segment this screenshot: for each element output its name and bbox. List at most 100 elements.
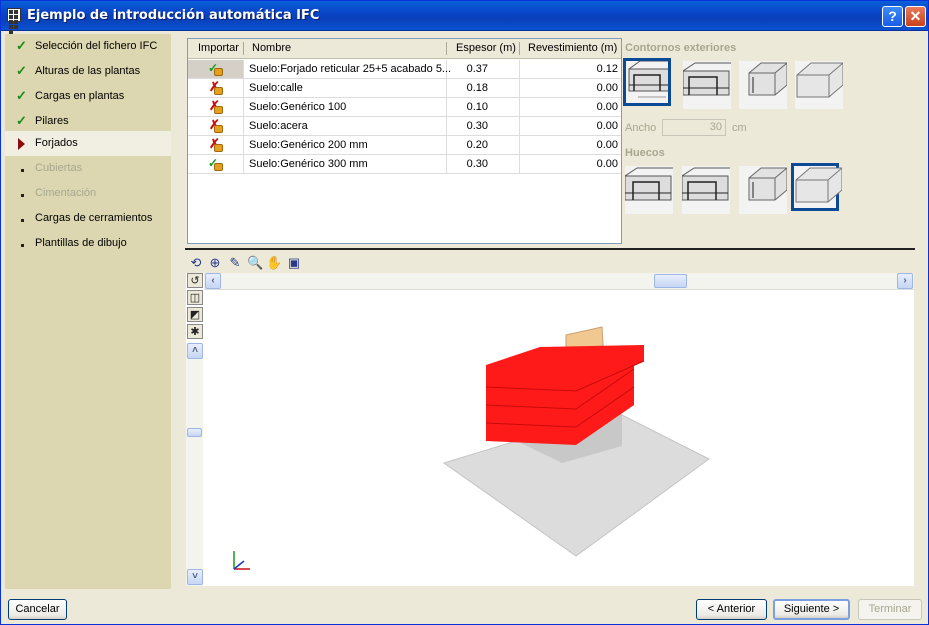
zoom-window-icon[interactable]: ✎ (227, 254, 243, 271)
cell-separator (243, 155, 244, 173)
import-toggle[interactable]: ✗ (188, 136, 243, 154)
table-row[interactable]: ✗ Suelo:Genérico 100 0.10 0.00 (188, 98, 621, 117)
orbit-view-icon[interactable]: ⟲ (188, 254, 204, 271)
import-toggle[interactable]: ✓ (188, 60, 243, 78)
slab-name-cell: Suelo:Genérico 100 (249, 101, 347, 113)
slab-name-cell: Suelo:calle (249, 82, 303, 94)
column-header-espesor[interactable]: Espesor (m) (456, 42, 516, 54)
back-button[interactable]: < Anterior (696, 599, 767, 620)
cell-separator (243, 117, 244, 135)
step-cargas-cerramientos[interactable]: Cargas de cerramientos (5, 206, 171, 231)
slab-name-cell: Suelo:acera (249, 120, 308, 132)
render-settings-icon[interactable]: ✱ (187, 324, 203, 339)
hueco-option-2[interactable] (681, 166, 730, 214)
cell-separator (519, 155, 520, 173)
import-toggle[interactable]: ✗ (188, 117, 243, 135)
save-view-icon[interactable]: ▣ (286, 254, 302, 271)
slab-table: Importar Nombre Espesor (m) Revestimient… (187, 38, 622, 244)
checkmark-icon: ✓ (16, 63, 27, 78)
hueco-option-3[interactable] (739, 166, 788, 214)
revestimiento-cell: 0.00 (596, 139, 618, 151)
contorno-option-3[interactable] (739, 61, 788, 109)
view-plan-icon[interactable]: ◩ (187, 307, 203, 322)
table-row[interactable]: ✗ Suelo:Genérico 200 mm 0.20 0.00 (188, 136, 621, 155)
close-button[interactable]: ✕ (905, 6, 926, 27)
window-title: Ejemplo de introducción automática IFC (27, 8, 320, 23)
horizontal-scrollbar[interactable]: ‹ › (204, 273, 914, 290)
zoom-extents-icon[interactable]: ⊕ (207, 254, 223, 271)
table-row[interactable]: ✓ Suelo:Genérico 300 mm 0.30 0.00 (188, 155, 621, 174)
scroll-up-button[interactable]: ˄ (187, 343, 203, 359)
lock-icon (214, 163, 223, 171)
opening-edge-option-icon (795, 167, 843, 203)
bullet-icon (21, 169, 24, 172)
zoom-icon[interactable]: 🔍 (247, 254, 263, 271)
app-icon (7, 8, 21, 34)
import-toggle[interactable]: ✓ (188, 155, 243, 173)
step-seleccion-fichero[interactable]: ✓ Selección del fichero IFC (5, 34, 171, 59)
lock-icon (214, 144, 223, 152)
espesor-cell: 0.18 (466, 82, 488, 94)
import-toggle[interactable]: ✗ (188, 98, 243, 116)
slab-edge-option-icon (748, 62, 788, 96)
table-row[interactable]: ✗ Suelo:acera 0.30 0.00 (188, 117, 621, 136)
column-header-importar[interactable]: Importar (198, 42, 239, 54)
wizard-window: Ejemplo de introducción automática IFC ?… (0, 0, 929, 625)
step-plantillas-dibujo[interactable]: Plantillas de dibujo (5, 231, 171, 256)
opening-edge-option-icon (748, 167, 788, 201)
cell-separator (519, 117, 520, 135)
table-row[interactable]: ✓ Suelo:Forjado reticular 25+5 acabado 5.… (188, 60, 621, 79)
ancho-unit: cm (732, 122, 747, 134)
step-cimentacion: Cimentación (5, 181, 171, 206)
lock-icon (214, 106, 223, 114)
revestimiento-cell: 0.00 (596, 120, 618, 132)
cell-separator (243, 136, 244, 154)
espesor-cell: 0.10 (466, 101, 488, 113)
bullet-icon (21, 194, 24, 197)
vertical-scrollbar[interactable]: ˄ ˅ (186, 343, 203, 586)
cell-separator (519, 60, 520, 78)
contorno-option-4[interactable] (795, 61, 844, 109)
revestimiento-cell: 0.00 (596, 82, 618, 94)
import-toggle[interactable]: ✗ (188, 79, 243, 97)
opening-edge-option-icon (624, 167, 673, 201)
help-button[interactable]: ? (882, 6, 903, 27)
step-alturas-plantas[interactable]: ✓ Alturas de las plantas (5, 59, 171, 84)
cell-separator (243, 98, 244, 116)
step-forjados[interactable]: Forjados (5, 131, 171, 156)
view-front-icon[interactable]: ◫ (187, 290, 203, 305)
step-cargas-plantas[interactable]: ✓ Cargas en plantas (5, 84, 171, 109)
huecos-label: Huecos (625, 147, 665, 159)
cell-separator (519, 79, 520, 97)
scroll-left-button[interactable]: ‹ (205, 273, 221, 289)
cancel-button[interactable]: Cancelar (8, 599, 67, 620)
cell-separator (243, 79, 244, 97)
revestimiento-cell: 0.00 (596, 101, 618, 113)
table-row[interactable]: ✗ Suelo:calle 0.18 0.00 (188, 79, 621, 98)
bullet-icon (21, 219, 24, 222)
column-separator[interactable] (446, 42, 447, 55)
next-button[interactable]: Siguiente > (773, 599, 850, 620)
column-separator[interactable] (519, 42, 520, 55)
column-header-revestimiento[interactable]: Revestimiento (m) (528, 42, 617, 54)
hueco-option-1[interactable] (624, 166, 673, 214)
3d-viewport[interactable]: ↺ ◫ ◩ ✱ ‹ › ˄ ˅ (186, 273, 914, 586)
horizontal-scroll-thumb[interactable] (654, 274, 687, 288)
slab-edge-option-icon (682, 62, 731, 96)
rotate-view-icon[interactable]: ↺ (187, 273, 203, 288)
lock-icon (214, 125, 223, 133)
column-header-nombre[interactable]: Nombre (252, 42, 291, 54)
opening-edge-option-icon (681, 167, 730, 201)
vertical-scroll-thumb[interactable] (187, 428, 202, 437)
cell-separator (243, 60, 244, 78)
contorno-option-2[interactable] (682, 61, 731, 109)
contorno-option-1[interactable] (623, 58, 671, 106)
hueco-option-4[interactable] (791, 163, 843, 211)
column-separator[interactable] (243, 42, 244, 55)
pan-hand-icon[interactable]: ✋ (266, 254, 282, 271)
lock-icon (214, 68, 223, 76)
scroll-right-button[interactable]: › (897, 273, 913, 289)
table-header: Importar Nombre Espesor (m) Revestimient… (188, 39, 621, 59)
ancho-label: Ancho (625, 122, 657, 134)
scroll-down-button[interactable]: ˅ (187, 569, 203, 585)
